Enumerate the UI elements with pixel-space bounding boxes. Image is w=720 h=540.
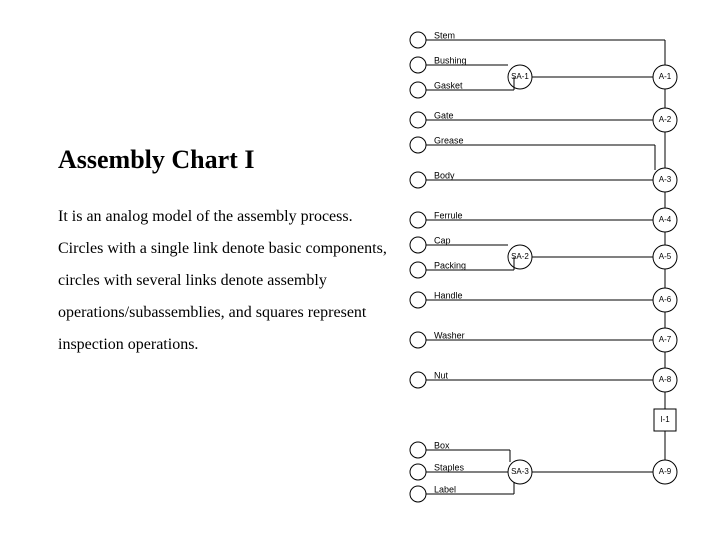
component-circle <box>410 442 426 458</box>
subassembly-label: SA-2 <box>511 252 529 261</box>
assembly-chart-diagram: Stem Bushing Gasket SA-1 A-1 Gate <box>390 20 710 520</box>
component-circle <box>410 32 426 48</box>
component-label: Packing <box>434 260 466 270</box>
component-circle <box>410 172 426 188</box>
assembly-label: A-2 <box>659 115 672 124</box>
inspection-label: I-1 <box>660 415 670 424</box>
component-circle <box>410 292 426 308</box>
component-label: Box <box>434 440 450 450</box>
assembly-label: A-3 <box>659 175 672 184</box>
component-label: Gasket <box>434 80 463 90</box>
assembly-label: A-7 <box>659 335 672 344</box>
component-label: Body <box>434 170 455 180</box>
component-circle <box>410 262 426 278</box>
component-label: Label <box>434 484 456 494</box>
assembly-label: A-1 <box>659 72 672 81</box>
assembly-label: A-6 <box>659 295 672 304</box>
component-circle <box>410 486 426 502</box>
page-title: Assembly Chart I <box>58 145 388 175</box>
component-label: Staples <box>434 462 465 472</box>
component-circle <box>410 332 426 348</box>
component-circle <box>410 237 426 253</box>
assembly-label: A-9 <box>659 467 672 476</box>
subassembly-label: SA-1 <box>511 72 529 81</box>
component-circle <box>410 464 426 480</box>
subassembly-label: SA-3 <box>511 467 529 476</box>
component-label: Handle <box>434 290 463 300</box>
component-circle <box>410 57 426 73</box>
assembly-label: A-4 <box>659 215 672 224</box>
component-circle <box>410 372 426 388</box>
component-circle <box>410 82 426 98</box>
component-label: Bushing <box>434 55 467 65</box>
component-label: Washer <box>434 330 465 340</box>
page-body: It is an analog model of the assembly pr… <box>58 201 388 361</box>
component-label: Ferrule <box>434 210 463 220</box>
component-circle <box>410 112 426 128</box>
component-label: Stem <box>434 30 455 40</box>
component-label: Nut <box>434 370 449 380</box>
component-circle <box>410 212 426 228</box>
component-circle <box>410 137 426 153</box>
component-label: Grease <box>434 135 464 145</box>
assembly-label: A-5 <box>659 252 672 261</box>
assembly-label: A-8 <box>659 375 672 384</box>
component-label: Cap <box>434 235 451 245</box>
component-label: Gate <box>434 110 454 120</box>
